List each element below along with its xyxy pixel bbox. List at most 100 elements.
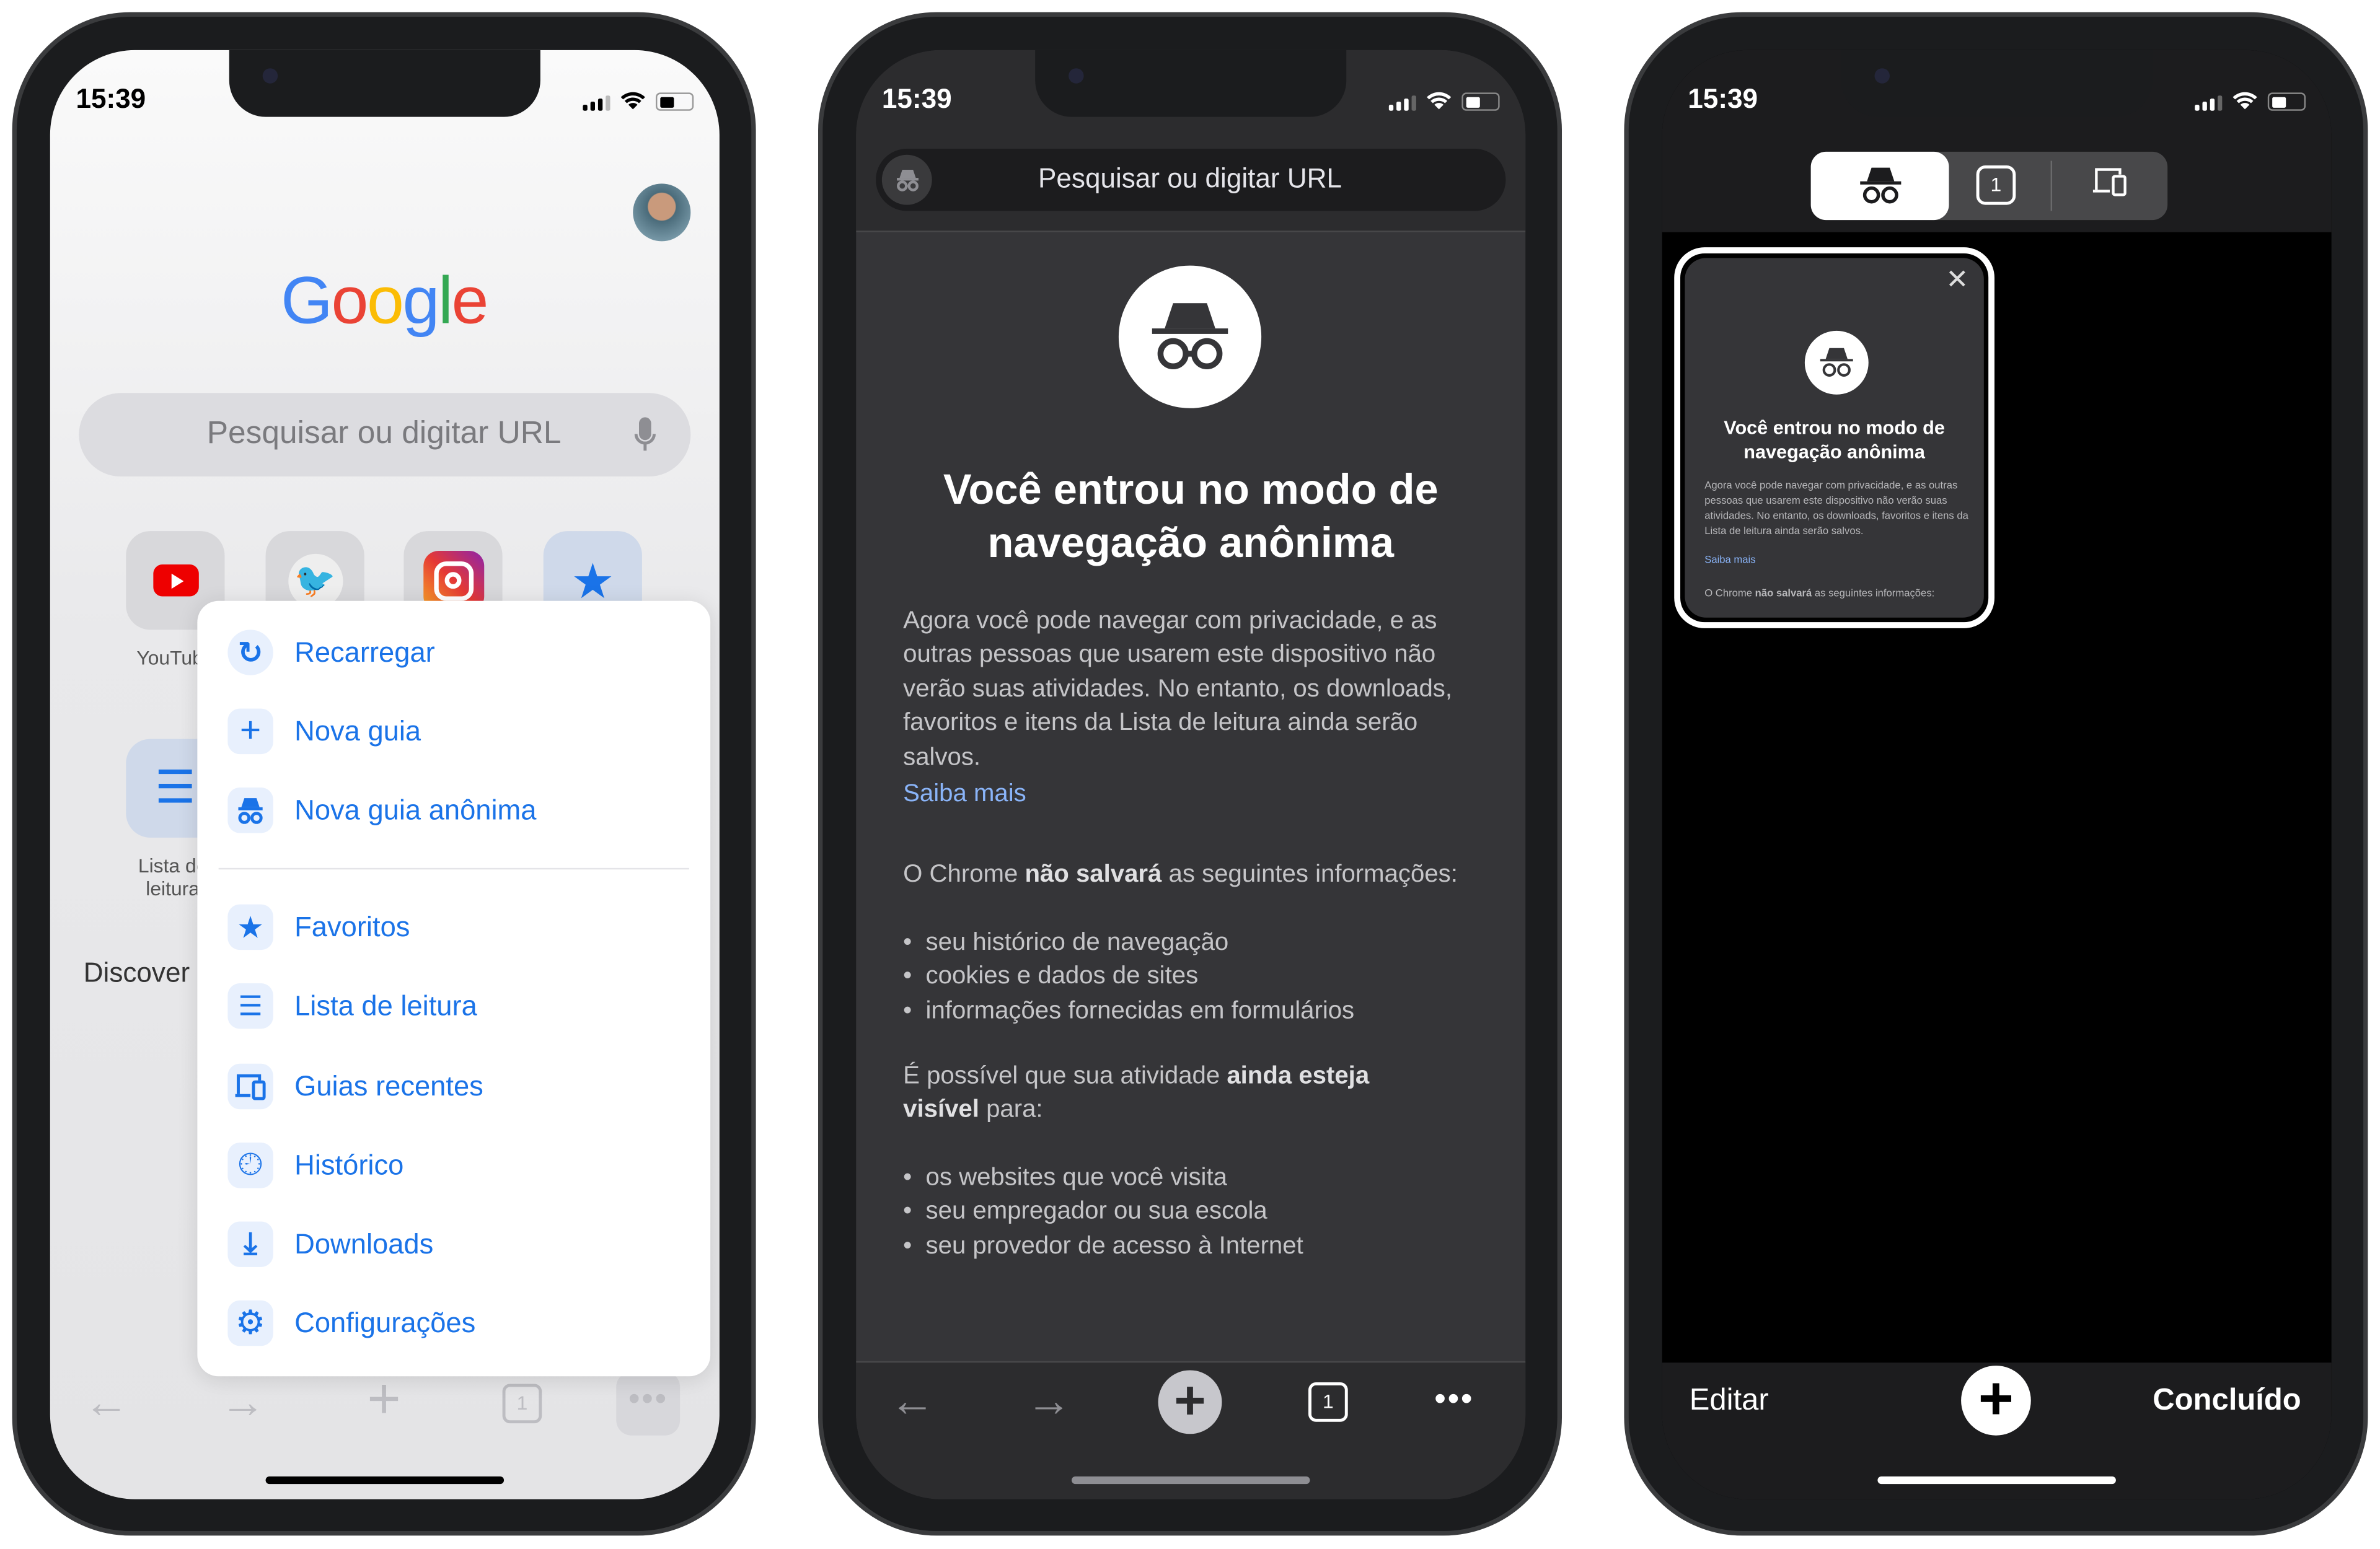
menu-divider — [218, 867, 689, 870]
list-item: • seu provedor de acesso à Internet — [903, 1232, 1303, 1260]
signal-icon — [2195, 95, 2223, 111]
menu-label: Downloads — [294, 1227, 434, 1260]
gear-icon: ⚙ — [227, 1300, 273, 1346]
list-icon: ☰ — [227, 983, 273, 1029]
tab-switcher-button[interactable]: 1 — [1308, 1382, 1348, 1422]
incognito-logo — [1118, 265, 1262, 408]
title-line: navegação anônima — [1743, 441, 1925, 463]
card-learn-more: Saiba mais — [1704, 555, 1756, 566]
reload-icon: ↻ — [227, 630, 273, 675]
title-line: Você entrou no modo de — [1724, 417, 1945, 439]
search-placeholder: Pesquisar ou digitar URL — [1038, 163, 1342, 194]
list-item: • os websites que você visita — [903, 1164, 1227, 1191]
edit-button[interactable]: Editar — [1690, 1384, 1769, 1418]
status-icons — [583, 91, 694, 111]
notch — [229, 50, 540, 117]
discover-heading: Discover — [83, 957, 190, 988]
text: O Chrome — [903, 860, 1025, 888]
incognito-icon — [1820, 348, 1853, 377]
back-icon[interactable]: ← — [889, 1376, 935, 1428]
new-tab-icon[interactable]: + — [367, 1368, 400, 1433]
segment-other-devices[interactable] — [2089, 166, 2131, 204]
new-tab-button[interactable]: + — [1961, 1366, 2031, 1436]
bottom-toolbar: ← → + 1 ••• — [50, 1367, 720, 1459]
status-icons — [2195, 91, 2306, 111]
segment-divider — [2050, 160, 2053, 211]
twitter-icon: 🐦 — [288, 553, 343, 608]
item-text: informações fornecidas em formulários — [925, 996, 1355, 1024]
battery-icon — [2267, 92, 2306, 111]
menu-label: Nova guia — [294, 714, 421, 747]
menu-button[interactable]: ••• — [1434, 1379, 1474, 1419]
signal-icon — [1388, 95, 1416, 111]
menu-item-new-tab[interactable]: + Nova guia — [197, 701, 710, 761]
screen: 15:39 Google Pesquisar ou digitar URL 🐦 … — [50, 50, 720, 1499]
menu-item-bookmarks[interactable]: ★ Favoritos — [197, 897, 710, 957]
segment-regular-tabs[interactable]: 1 — [1976, 165, 2016, 205]
menu-label: Favoritos — [294, 910, 410, 942]
new-tab-button[interactable]: + — [1158, 1369, 1222, 1434]
incognito-logo — [1804, 330, 1869, 395]
card-title: Você entrou no modo de navegação anônima — [1685, 416, 1983, 464]
search-bar[interactable]: Pesquisar ou digitar URL — [79, 393, 691, 476]
list-icon: ☰ — [154, 763, 196, 814]
close-tab-icon[interactable]: ✕ — [1946, 264, 1968, 296]
youtube-icon — [152, 564, 198, 597]
segment-incognito-tabs[interactable] — [1810, 151, 1949, 221]
menu-item-history[interactable]: 🕘︎ Histórico — [197, 1135, 710, 1196]
item-text: cookies e dados de sites — [925, 962, 1199, 990]
back-icon[interactable]: ← — [84, 1378, 129, 1429]
menu-label: Configurações — [294, 1306, 476, 1339]
incognito-icon — [1859, 167, 1901, 204]
wifi-icon — [1427, 92, 1452, 110]
text: O Chrome — [1704, 589, 1755, 600]
card-intro: Agora você pode navegar com privacidade,… — [1704, 481, 1968, 537]
notch — [1035, 50, 1347, 117]
menu-item-recent-tabs[interactable]: Guias recentes — [197, 1056, 710, 1117]
menu-item-settings[interactable]: ⚙ Configurações — [197, 1293, 710, 1354]
phone-tab-switcher: 15:39 1 ✕ Você entrou no modo de navegaçã… — [1624, 12, 2368, 1536]
avatar[interactable] — [633, 183, 691, 242]
menu-item-downloads[interactable]: ⤓ Downloads — [197, 1214, 710, 1275]
microphone-icon[interactable] — [634, 417, 656, 454]
tab-segment-control: 1 — [1810, 151, 2168, 221]
battery-icon — [655, 92, 694, 111]
menu-item-reading-list[interactable]: ☰ Lista de leitura — [197, 976, 710, 1037]
not-saved-heading: O Chrome não salvará as seguintes inform… — [903, 858, 1495, 892]
menu-label: Nova guia anônima — [294, 793, 537, 826]
done-button[interactable]: Concluído — [2153, 1384, 2301, 1418]
signal-icon — [583, 95, 610, 111]
menu-item-reload[interactable]: ↻ Recarregar — [197, 622, 710, 683]
phone-incognito-tab: 15:39 Pesquisar ou digitar URL Você entr… — [818, 12, 1562, 1536]
title-line: Você entrou no modo de — [943, 465, 1439, 513]
screen: 15:39 1 ✕ Você entrou no modo de navegaçã… — [1662, 50, 2332, 1499]
learn-more-link[interactable]: Saiba mais — [903, 780, 1026, 809]
google-logo: Google — [281, 264, 488, 339]
star-icon: ★ — [227, 904, 273, 950]
tab-switcher-button[interactable]: 1 — [502, 1384, 542, 1424]
overflow-menu: ↻ Recarregar + Nova guia Nova guia anônima… — [197, 600, 711, 1377]
search-bar[interactable]: Pesquisar ou digitar URL — [876, 149, 1506, 211]
tab-card[interactable]: ✕ Você entrou no modo de navegação anônim… — [1674, 247, 1994, 628]
item-text: seu histórico de navegação — [925, 928, 1229, 956]
incognito-intro: Agora você pode navegar com privacidade,… — [903, 607, 1453, 771]
bold-text: não salvará — [1025, 860, 1162, 888]
item-text: os websites que você visita — [925, 1164, 1227, 1191]
status-icons — [1388, 91, 1500, 111]
menu-item-new-incognito-tab[interactable]: Nova guia anônima — [197, 780, 710, 841]
menu-label: Lista de leitura — [294, 989, 477, 1022]
forward-icon[interactable]: → — [220, 1378, 265, 1429]
home-indicator — [1877, 1476, 2116, 1485]
list-item: • informações fornecidas em formulários — [903, 996, 1355, 1024]
screen: 15:39 Pesquisar ou digitar URL Você entr… — [856, 50, 1526, 1499]
menu-button[interactable]: ••• — [616, 1371, 681, 1436]
text: para: — [979, 1096, 1043, 1124]
wifi-icon — [620, 92, 645, 110]
forward-icon[interactable]: → — [1026, 1376, 1072, 1428]
visible-list: • os websites que você visita • seu empr… — [903, 1161, 1303, 1263]
title-line: navegação anônima — [987, 519, 1394, 566]
devices-icon — [227, 1063, 273, 1110]
wifi-icon — [2232, 92, 2257, 110]
item-text: seu empregador ou sua escola — [925, 1198, 1267, 1226]
home-indicator — [1071, 1476, 1310, 1485]
